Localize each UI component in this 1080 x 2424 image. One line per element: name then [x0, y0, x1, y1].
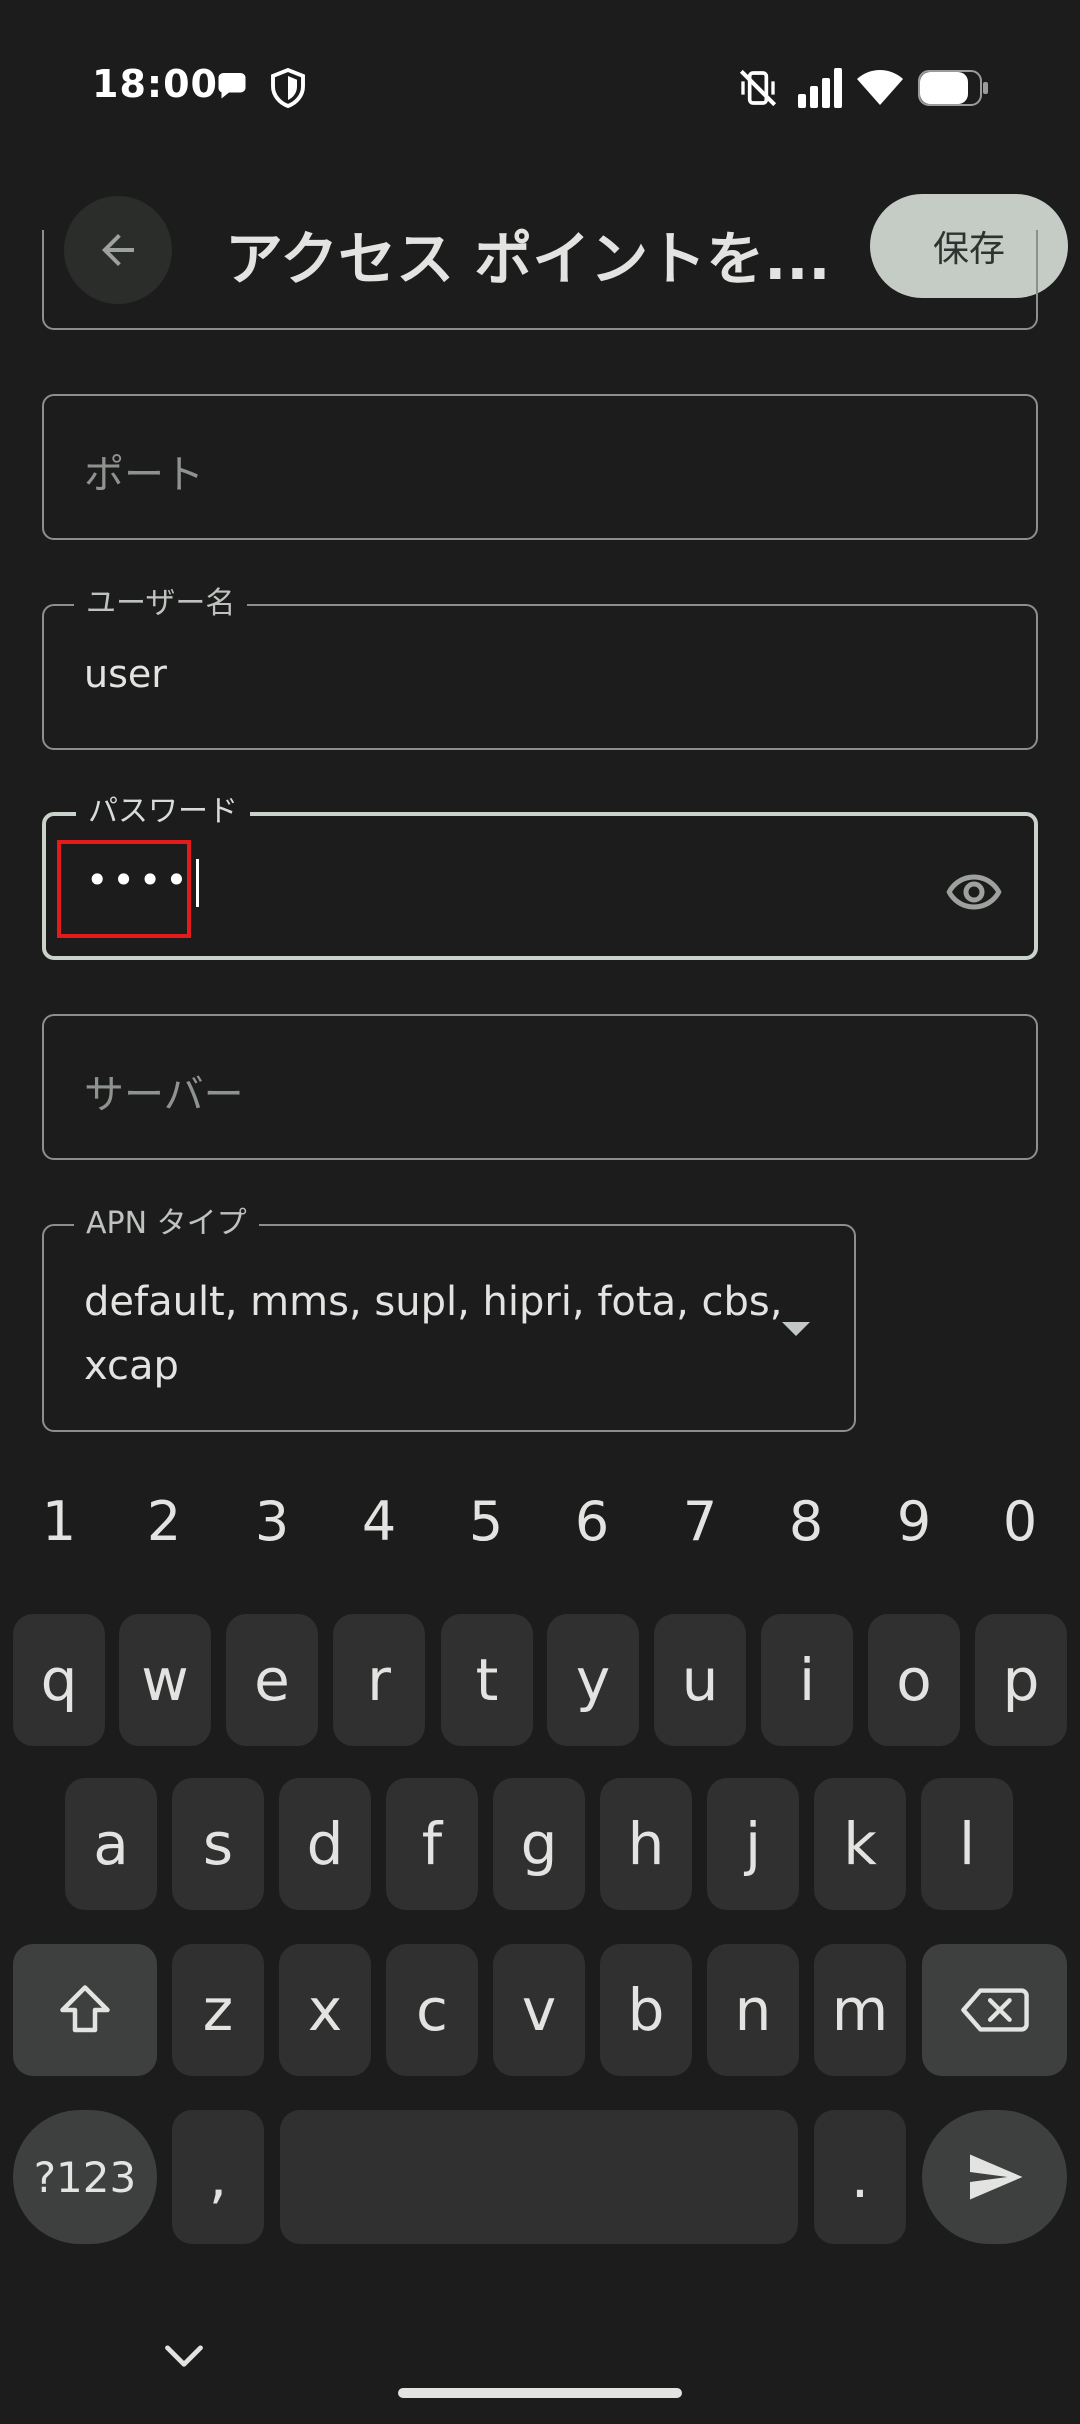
- key-r[interactable]: r: [333, 1614, 425, 1746]
- shift-icon: [60, 1985, 110, 2033]
- key-i[interactable]: i: [761, 1614, 853, 1746]
- vibrate-off-icon: [739, 69, 777, 107]
- key-t[interactable]: t: [441, 1614, 533, 1746]
- send-icon: [969, 2154, 1022, 2200]
- key-0[interactable]: 0: [985, 1490, 1055, 1553]
- server-field[interactable]: サーバー: [42, 1014, 1038, 1160]
- battery-icon: [918, 70, 988, 106]
- port-placeholder: ポート: [84, 452, 204, 498]
- key-3[interactable]: 3: [237, 1490, 307, 1553]
- apn-type-field[interactable]: APN タイプ default, mms, supl, hipri, fota,…: [42, 1206, 856, 1432]
- key-a[interactable]: a: [65, 1778, 157, 1910]
- key-q[interactable]: q: [13, 1614, 105, 1746]
- key-k[interactable]: k: [814, 1778, 906, 1910]
- period-key[interactable]: .: [814, 2110, 906, 2244]
- shield-icon: [271, 68, 305, 108]
- key-6[interactable]: 6: [557, 1490, 627, 1553]
- home-indicator[interactable]: [398, 2388, 682, 2398]
- port-field[interactable]: ポート: [42, 394, 1038, 540]
- key-x[interactable]: x: [279, 1944, 371, 2076]
- password-label: パスワード: [76, 794, 250, 830]
- key-z[interactable]: z: [172, 1944, 264, 2076]
- username-field[interactable]: ユーザー名 user: [42, 586, 1038, 750]
- key-5[interactable]: 5: [451, 1490, 521, 1553]
- wifi-icon: [857, 70, 903, 105]
- previous-field-partial[interactable]: [42, 230, 1038, 330]
- key-7[interactable]: 7: [665, 1490, 735, 1553]
- key-b[interactable]: b: [600, 1944, 692, 2076]
- key-8[interactable]: 8: [771, 1490, 841, 1553]
- eye-icon: [946, 874, 1002, 910]
- number-row: 1 2 3 4 5 6 7 8 9 0: [0, 1490, 1080, 1570]
- key-4[interactable]: 4: [344, 1490, 414, 1553]
- key-l[interactable]: l: [921, 1778, 1013, 1910]
- signal-icon: [798, 68, 842, 108]
- apn-type-value: default, mms, supl, hipri, fota, cbs, xc…: [84, 1279, 783, 1389]
- space-key[interactable]: [280, 2110, 798, 2244]
- dropdown-arrow-icon[interactable]: [782, 1322, 810, 1336]
- username-label: ユーザー名: [74, 586, 248, 622]
- key-y[interactable]: y: [547, 1614, 639, 1746]
- key-p[interactable]: p: [975, 1614, 1067, 1746]
- backspace-key[interactable]: [922, 1944, 1067, 2076]
- key-m[interactable]: m: [814, 1944, 906, 2076]
- key-n[interactable]: n: [707, 1944, 799, 2076]
- key-w[interactable]: w: [119, 1614, 211, 1746]
- focus-highlight-box: [57, 840, 191, 938]
- key-v[interactable]: v: [493, 1944, 585, 2076]
- send-key[interactable]: [922, 2110, 1067, 2244]
- key-1[interactable]: 1: [24, 1490, 94, 1553]
- comma-key[interactable]: ,: [172, 2110, 264, 2244]
- key-9[interactable]: 9: [879, 1490, 949, 1553]
- key-s[interactable]: s: [172, 1778, 264, 1910]
- symbols-key[interactable]: ?123: [13, 2110, 157, 2244]
- key-h[interactable]: h: [600, 1778, 692, 1910]
- backspace-icon: [960, 1988, 1029, 2032]
- screen: 18:00 アクセス ポイントを... 保存 ポート ユーザー名 user パス…: [0, 0, 1080, 2424]
- show-password-button[interactable]: [942, 860, 1006, 924]
- key-g[interactable]: g: [493, 1778, 585, 1910]
- status-time: 18:00: [92, 62, 218, 106]
- username-value: user: [84, 652, 167, 696]
- shift-key[interactable]: [13, 1944, 157, 2076]
- key-j[interactable]: j: [707, 1778, 799, 1910]
- key-f[interactable]: f: [386, 1778, 478, 1910]
- text-caret: [195, 858, 199, 907]
- apn-type-label: APN タイプ: [74, 1206, 259, 1242]
- key-2[interactable]: 2: [129, 1490, 199, 1553]
- server-placeholder: サーバー: [84, 1072, 244, 1118]
- chevron-down-icon[interactable]: [162, 2342, 206, 2372]
- key-u[interactable]: u: [654, 1614, 746, 1746]
- key-o[interactable]: o: [868, 1614, 960, 1746]
- key-d[interactable]: d: [279, 1778, 371, 1910]
- password-field[interactable]: パスワード ••••: [42, 794, 1038, 960]
- key-e[interactable]: e: [226, 1614, 318, 1746]
- chat-bubble-icon: [218, 73, 246, 99]
- key-c[interactable]: c: [386, 1944, 478, 2076]
- status-bar: 18:00: [0, 0, 1080, 175]
